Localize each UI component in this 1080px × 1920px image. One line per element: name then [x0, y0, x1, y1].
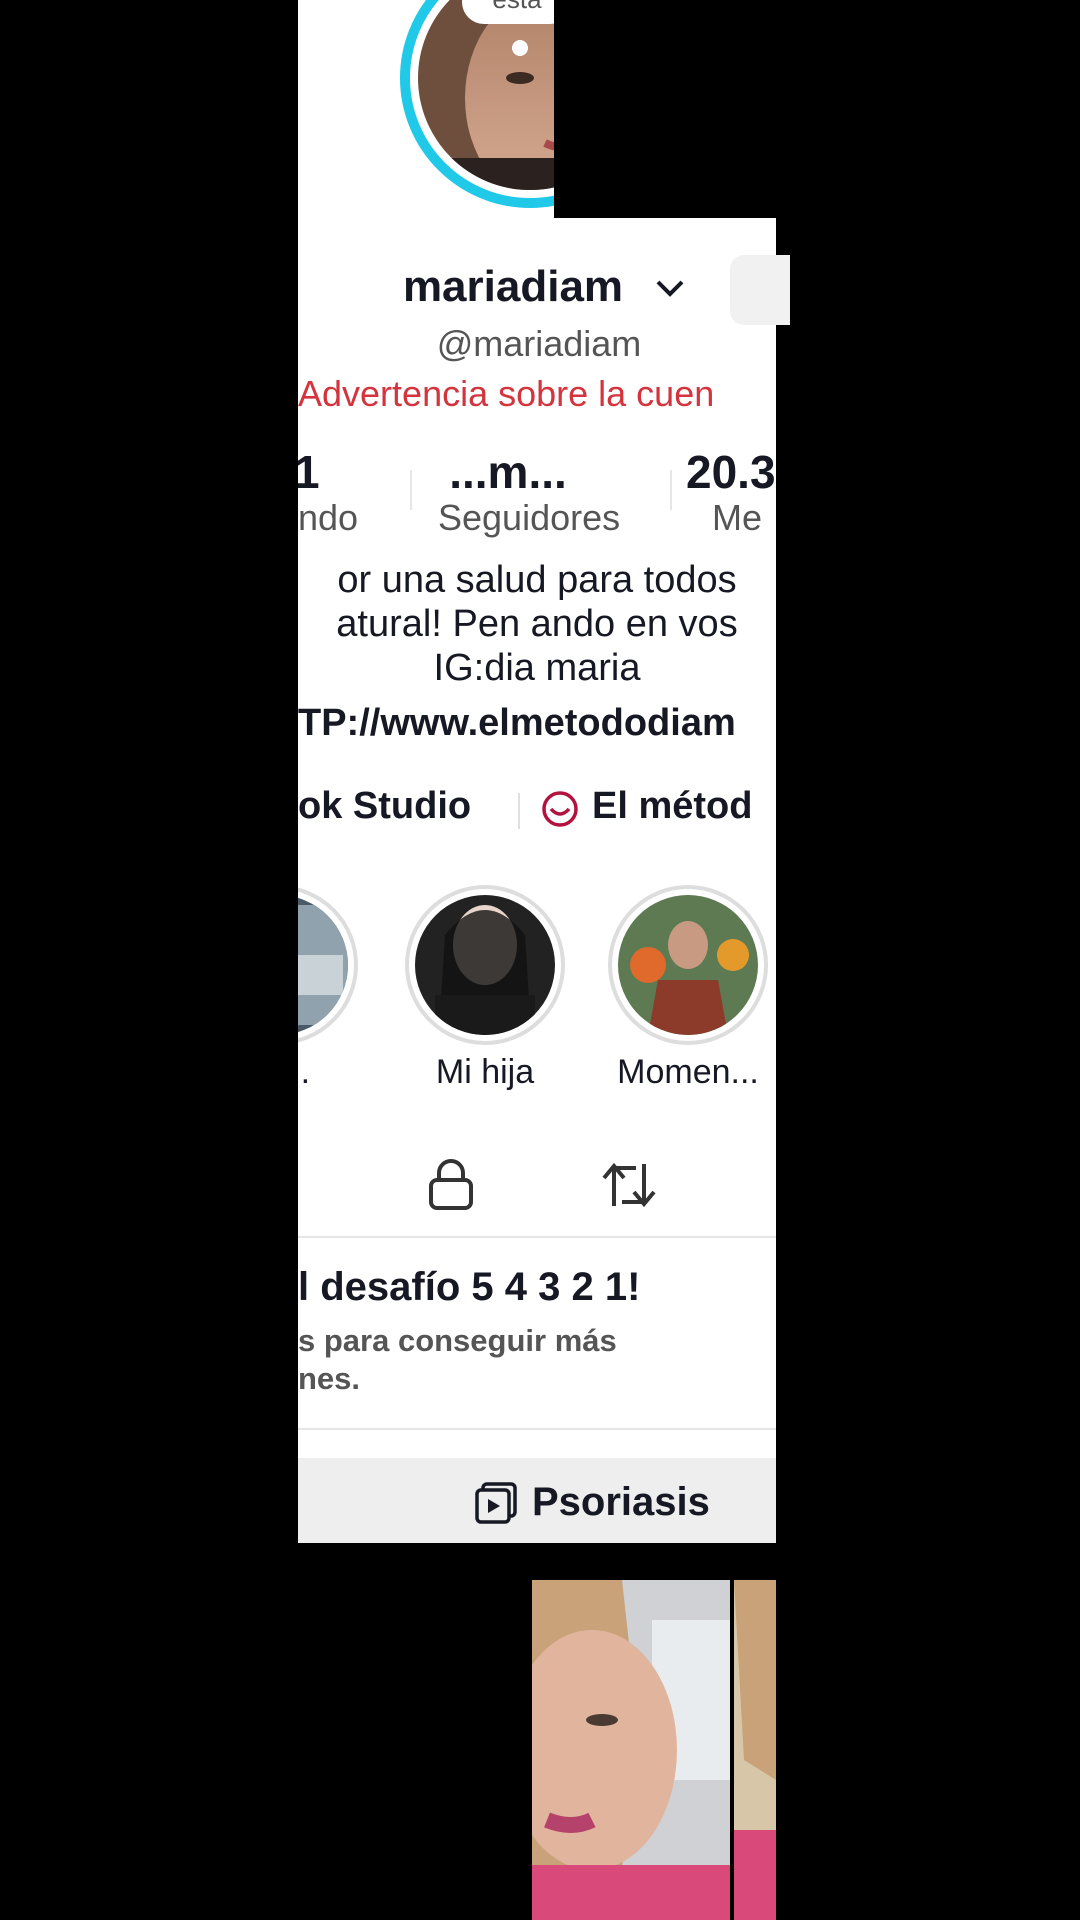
chevron-down-icon[interactable]: [652, 270, 688, 306]
stats-divider: [670, 470, 672, 510]
tabs-divider: [298, 1236, 776, 1238]
followers-count: ...m...: [449, 446, 567, 498]
followers-label: Seguidores: [438, 497, 621, 538]
stats-divider: [410, 470, 412, 510]
highlight-label: Momen...: [617, 1053, 759, 1091]
highlight-label: os...: [298, 1053, 311, 1091]
bio-link[interactable]: TP://www.elmetododiam: [298, 702, 776, 745]
video-cover: [532, 1580, 730, 1920]
highlight-item[interactable]: Momen...: [608, 885, 768, 1095]
avatar-note-tail: [512, 40, 528, 56]
video-cover: [734, 1580, 776, 1920]
stats-row: 1 ndo ...m... Seguidores 20.3 Me: [298, 440, 776, 540]
repost-icon: [602, 1162, 656, 1208]
links-divider: [518, 793, 520, 829]
highlight-item[interactable]: os...: [298, 885, 358, 1095]
highlights-row: os... Mi hija Momen...: [298, 885, 776, 1095]
video-thumbnail[interactable]: [532, 1580, 730, 1920]
method-link[interactable]: El métod: [592, 785, 776, 828]
playlist-label[interactable]: Psoriasis: [532, 1480, 710, 1525]
playlist-icon: [473, 1480, 519, 1526]
mask-top-right: [554, 0, 1080, 218]
highlight-item[interactable]: Mi hija: [405, 885, 565, 1095]
bio: or una salud para todos atural! Pen ando…: [298, 558, 776, 690]
challenge-divider: [298, 1428, 776, 1430]
likes-count: 20.3: [686, 446, 776, 498]
username-handle: @mariadiam: [436, 323, 642, 364]
display-name: mariadiam: [402, 262, 624, 311]
highlight-cover: [298, 887, 358, 1043]
video-thumbnail[interactable]: [734, 1580, 776, 1920]
studio-link[interactable]: ok Studio: [298, 785, 471, 828]
likes-label: Me: [712, 497, 763, 538]
highlight-label: Mi hija: [435, 1053, 535, 1091]
account-warning[interactable]: Advertencia sobre la cuen: [298, 373, 776, 415]
following-count: 1: [298, 446, 320, 498]
mask-bottom-left: [298, 1543, 532, 1920]
bio-line: or una salud para todos: [337, 559, 737, 601]
chat-bubble-smile-icon: [540, 789, 580, 829]
challenge-text: nes.: [298, 1361, 361, 1396]
tab-lock[interactable]: [426, 1158, 476, 1212]
lock-icon: [429, 1159, 473, 1210]
bio-line: IG:dia maria: [433, 647, 641, 689]
challenge-title: l desafío 5 4 3 2 1!: [298, 1265, 641, 1309]
highlight-cover: [608, 885, 768, 1045]
bio-line: atural! Pen ando en vos: [336, 603, 738, 645]
following-label: ndo: [298, 497, 359, 538]
edit-button-fragment[interactable]: [730, 255, 790, 325]
highlight-cover: [405, 885, 565, 1045]
tab-reposts[interactable]: [600, 1158, 658, 1212]
challenge-text: s para conseguir más: [298, 1323, 617, 1358]
